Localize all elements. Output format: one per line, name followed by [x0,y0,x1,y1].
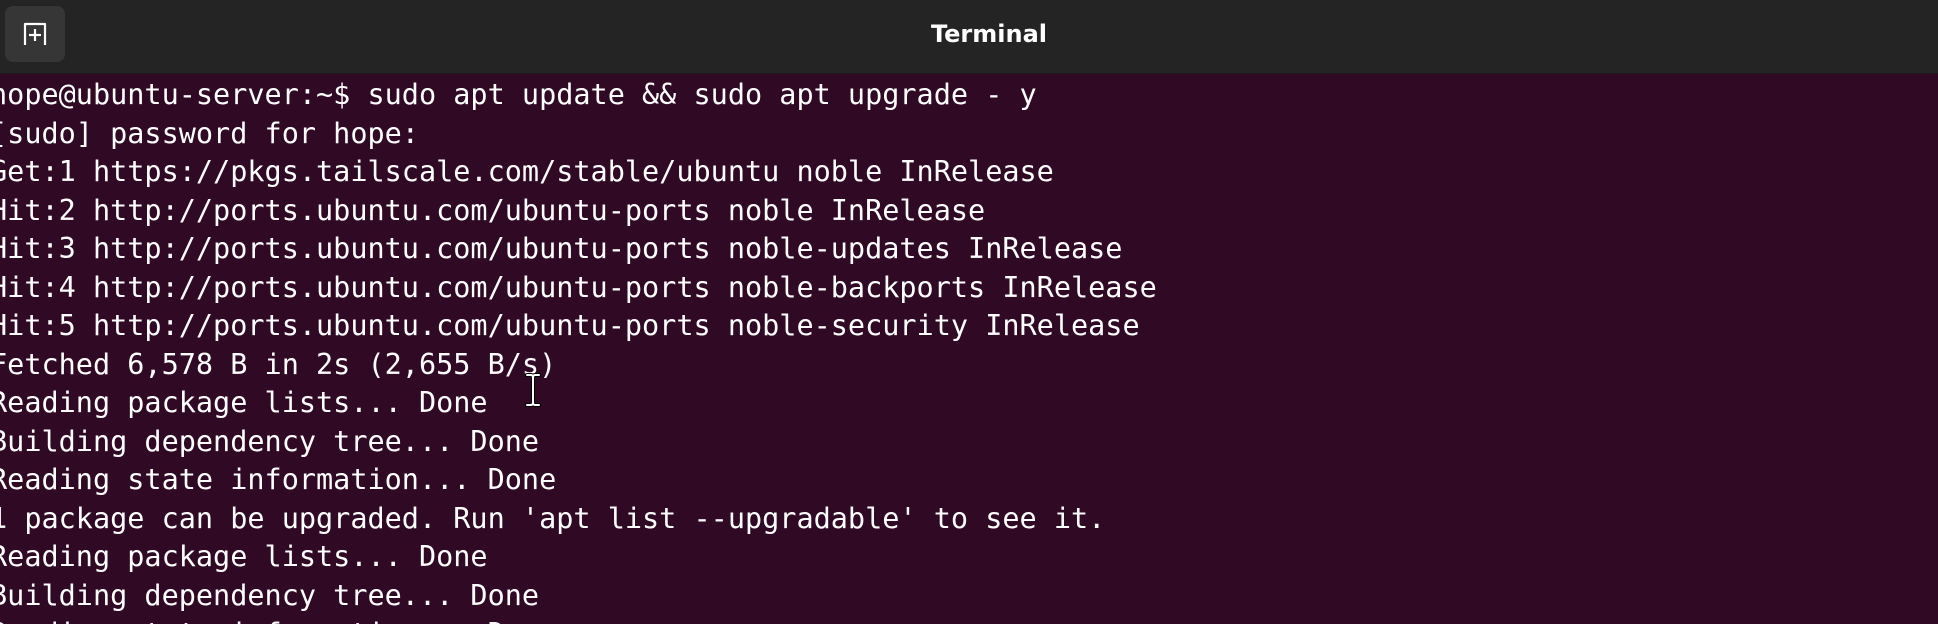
terminal-line: Building dependency tree... Done [0,578,540,612]
terminal-line: Reading package lists... Done [0,540,488,573]
terminal-line: 1 package can be upgraded. Run 'apt list… [0,501,1106,535]
terminal-line: Hit:5 http://ports.ubuntu.com/ubuntu-por… [0,309,1140,342]
terminal-line: Hit:3 http://ports.ubuntu.com/ubuntu-por… [0,232,1123,265]
terminal-line: Hit:2 http://ports.ubuntu.com/ubuntu-por… [0,193,986,227]
terminal-line: Reading package lists... Done [0,386,488,419]
title-bar: Terminal [0,0,1938,74]
terminal-line: Get:1 https://pkgs.tailscale.com/stable/… [0,155,1054,188]
terminal-output[interactable]: hope@ubuntu-server:~$ sudo apt update &&… [0,76,1938,624]
terminal-line: Building dependency tree... Done [0,424,540,458]
terminal-line: [sudo] password for hope: [0,116,419,150]
terminal-line: Reading state information... Done [0,615,1938,624]
terminal-window: Terminal hope@ubuntu-server:~$ sudo apt … [0,0,1938,624]
window-title: Terminal [930,20,1048,48]
text-cursor-icon [524,373,542,407]
terminal-line: hope@ubuntu-server:~$ sudo apt update &&… [0,78,1037,111]
terminal-line: Hit:4 http://ports.ubuntu.com/ubuntu-por… [0,270,1157,304]
terminal-line: Fetched 6,578 B in 2s (2,655 B/s) [0,347,557,381]
terminal-line: Reading state information... Done [0,463,557,496]
